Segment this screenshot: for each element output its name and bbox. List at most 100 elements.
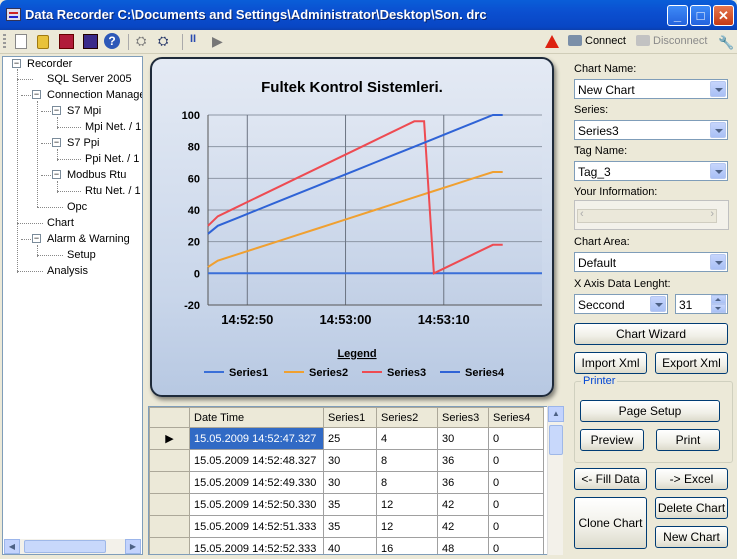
scroll-up-icon[interactable]: ▲ xyxy=(548,406,564,422)
tree-item-s7-mpi[interactable]: S7 Mpi xyxy=(67,104,101,118)
open-folder-icon[interactable] xyxy=(34,33,52,51)
column-header[interactable]: Series2 xyxy=(376,407,438,428)
table-cell[interactable]: 42 xyxy=(437,493,489,516)
column-header[interactable]: Series3 xyxy=(437,407,489,428)
table-cell[interactable]: 15.05.2009 14:52:51.333 xyxy=(189,515,324,538)
tree-item-analysis[interactable]: Analysis xyxy=(47,264,88,278)
dropdown-arrow-icon[interactable] xyxy=(710,254,726,270)
tree-horizontal-scrollbar[interactable]: ◀ ▶ xyxy=(4,539,141,554)
row-header[interactable] xyxy=(149,449,190,472)
tree-item-mpi-net[interactable]: Mpi Net. / 1 xyxy=(85,120,141,134)
tree-item-ppi-net[interactable]: Ppi Net. / 1 xyxy=(85,152,139,166)
export-excel-button[interactable]: -> Excel xyxy=(655,468,728,490)
table-cell[interactable]: 8 xyxy=(376,471,438,494)
new-file-icon[interactable] xyxy=(12,33,30,51)
table-cell[interactable]: 30 xyxy=(437,427,489,450)
save-as-icon[interactable] xyxy=(82,33,100,51)
new-chart-button[interactable]: New Chart xyxy=(655,526,728,548)
network-icon[interactable]: ⛭ xyxy=(136,33,154,51)
table-cell[interactable]: 25 xyxy=(323,427,377,450)
table-cell[interactable]: 12 xyxy=(376,515,438,538)
column-header[interactable]: Series4 xyxy=(488,407,544,428)
stepper-up-icon[interactable] xyxy=(711,295,726,304)
tree-item-rtu-net[interactable]: Rtu Net. / 1 xyxy=(85,184,141,198)
collapse-icon[interactable]: − xyxy=(32,90,41,99)
table-cell[interactable]: 0 xyxy=(488,515,544,538)
disconnect-button[interactable]: Disconnect xyxy=(636,35,707,47)
table-cell[interactable]: 15.05.2009 14:52:50.330 xyxy=(189,493,324,516)
table-cell[interactable]: 36 xyxy=(437,471,489,494)
tree-item-setup[interactable]: Setup xyxy=(67,248,96,262)
collapse-icon[interactable]: − xyxy=(32,234,41,243)
dropdown-arrow-icon[interactable] xyxy=(710,163,726,179)
fill-data-button[interactable]: <- Fill Data xyxy=(574,468,647,490)
data-grid[interactable]: Date Time Series1 Series2 Series3 Series… xyxy=(148,406,563,555)
delete-chart-button[interactable]: Delete Chart xyxy=(655,497,728,519)
import-xml-button[interactable]: Import Xml xyxy=(574,352,647,374)
scroll-thumb[interactable] xyxy=(24,540,106,553)
table-cell[interactable]: 12 xyxy=(376,493,438,516)
chart-name-combo[interactable]: New Chart xyxy=(574,79,728,99)
table-cell[interactable]: 4 xyxy=(376,427,438,450)
scroll-left-icon[interactable]: ◀ xyxy=(4,539,20,554)
tree-item-opc[interactable]: Opc xyxy=(67,200,87,214)
row-header[interactable]: ▶ xyxy=(149,427,190,450)
table-row[interactable]: 15.05.2009 14:52:48.327 30 8 36 0 xyxy=(149,449,544,472)
tree-item-s7-ppi[interactable]: S7 Ppi xyxy=(67,136,99,150)
table-cell[interactable]: 35 xyxy=(323,515,377,538)
row-header[interactable] xyxy=(149,515,190,538)
table-row[interactable]: 15.05.2009 14:52:50.330 35 12 42 0 xyxy=(149,493,544,516)
table-cell[interactable]: 15.05.2009 14:52:47.327 xyxy=(189,427,324,450)
table-cell[interactable]: 8 xyxy=(376,449,438,472)
preview-button[interactable]: Preview xyxy=(580,429,644,451)
pause-icon[interactable]: II xyxy=(190,33,208,51)
wrench-icon[interactable]: 🔧 xyxy=(718,35,734,51)
dropdown-arrow-icon[interactable] xyxy=(710,122,726,138)
collapse-icon[interactable]: − xyxy=(12,59,21,68)
tree-item-alarm-warning[interactable]: Alarm & Warning xyxy=(47,232,130,246)
collapse-icon[interactable]: − xyxy=(52,106,61,115)
row-header[interactable] xyxy=(149,493,190,516)
table-cell[interactable]: 16 xyxy=(376,537,438,554)
series-combo[interactable]: Series3 xyxy=(574,120,728,140)
navigation-tree[interactable]: − − − − − − Recorder SQL Server 2005 Con… xyxy=(2,56,143,555)
table-cell[interactable]: 0 xyxy=(488,449,544,472)
table-cell[interactable]: 48 xyxy=(437,537,489,554)
table-cell[interactable]: 15.05.2009 14:52:48.327 xyxy=(189,449,324,472)
print-button[interactable]: Print xyxy=(656,429,720,451)
dropdown-arrow-icon[interactable] xyxy=(710,81,726,97)
stepper-down-icon[interactable] xyxy=(711,304,726,313)
table-cell[interactable]: 30 xyxy=(323,471,377,494)
export-xml-button[interactable]: Export Xml xyxy=(655,352,728,374)
table-cell[interactable]: 30 xyxy=(323,449,377,472)
row-header[interactable] xyxy=(149,537,190,554)
tree-item-modbus-rtu[interactable]: Modbus Rtu xyxy=(67,168,126,182)
chart-area-combo[interactable]: Default xyxy=(574,252,728,272)
info-scrollbar[interactable] xyxy=(577,208,717,223)
tree-item-chart[interactable]: Chart xyxy=(47,216,74,230)
table-cell[interactable]: 40 xyxy=(323,537,377,554)
save-icon[interactable] xyxy=(58,33,76,51)
warning-icon[interactable] xyxy=(545,35,559,48)
your-information-field[interactable] xyxy=(574,200,729,230)
help-icon[interactable]: ? xyxy=(104,33,122,51)
scroll-thumb[interactable] xyxy=(549,425,563,455)
collapse-icon[interactable]: − xyxy=(52,170,61,179)
toolbar-grip[interactable] xyxy=(3,34,6,50)
table-cell[interactable]: 15.05.2009 14:52:52.333 xyxy=(189,537,324,554)
x-axis-unit-combo[interactable]: Seccond xyxy=(574,294,668,314)
scroll-right-icon[interactable]: ▶ xyxy=(125,539,141,554)
play-icon[interactable]: ▶ xyxy=(212,33,230,51)
tag-name-combo[interactable]: Tag_3 xyxy=(574,161,728,181)
x-axis-length-stepper[interactable]: 31 xyxy=(675,294,728,314)
close-button[interactable]: ✕ xyxy=(713,5,734,26)
connect-button[interactable]: Connect xyxy=(568,35,626,47)
table-row[interactable]: ▶ 15.05.2009 14:52:47.327 25 4 30 0 xyxy=(149,427,544,450)
collapse-icon[interactable]: − xyxy=(52,138,61,147)
minimize-button[interactable]: _ xyxy=(667,5,688,26)
column-header[interactable]: Date Time xyxy=(189,407,324,428)
table-cell[interactable]: 35 xyxy=(323,493,377,516)
table-row[interactable]: 15.05.2009 14:52:52.333 40 16 48 0 xyxy=(149,537,544,554)
page-setup-button[interactable]: Page Setup xyxy=(580,400,720,422)
tree-item-connection-manager[interactable]: Connection Manage xyxy=(47,88,142,102)
